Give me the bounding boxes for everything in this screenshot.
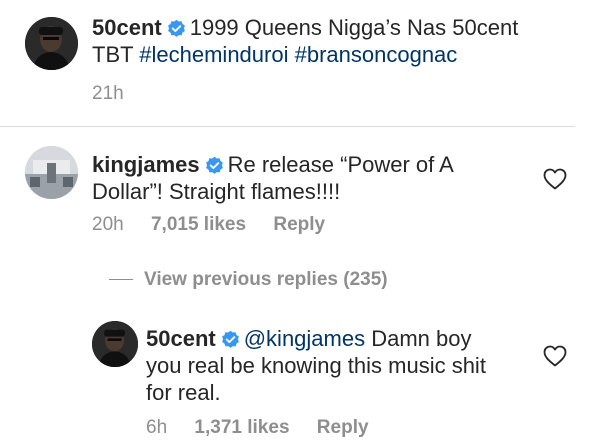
avatar-image xyxy=(25,146,78,199)
like-comment-button[interactable] xyxy=(543,168,567,190)
avatar-image xyxy=(92,321,138,367)
post-caption-text: 1999 Queens Nigga’s Nas 50cent xyxy=(189,15,519,40)
comment-author-username[interactable]: kingjames xyxy=(92,152,200,177)
reply-time[interactable]: 6h xyxy=(146,417,167,438)
verified-badge-icon xyxy=(205,156,224,175)
comment-body: kingjames Re release “Power of A Dollar”!… xyxy=(92,151,512,205)
hashtag-link[interactable]: #bransoncognac xyxy=(295,42,458,67)
comment-text-line: Dollar”! Straight flames!!!! xyxy=(92,179,341,204)
reply-text-line: you real be knowing this music shit xyxy=(146,353,486,378)
post-timestamp[interactable]: 21h xyxy=(92,83,124,105)
heart-outline-icon xyxy=(543,168,567,190)
comment-time[interactable]: 20h xyxy=(92,214,124,235)
heart-outline-icon xyxy=(543,345,567,367)
like-reply-button[interactable] xyxy=(543,345,567,367)
reply-author-avatar[interactable] xyxy=(92,321,138,367)
verified-badge-icon xyxy=(221,330,240,349)
reply-meta: 6h 1,371 likes Reply xyxy=(146,417,369,439)
comment-reply-button[interactable]: Reply xyxy=(273,214,325,235)
post-time-text: 21h xyxy=(92,83,124,104)
reply-reply-button[interactable]: Reply xyxy=(317,417,369,438)
comment-text-line: Re release “Power of A xyxy=(227,152,454,177)
view-previous-replies-button[interactable]: View previous replies (235) xyxy=(109,269,388,291)
post-author-username[interactable]: 50cent xyxy=(92,15,162,40)
reply-likes[interactable]: 1,371 likes xyxy=(194,417,289,438)
reply-author-username[interactable]: 50cent xyxy=(146,326,216,351)
post-author-avatar[interactable] xyxy=(25,17,78,70)
comment-meta: 20h 7,015 likes Reply xyxy=(92,214,325,236)
comment-likes[interactable]: 7,015 likes xyxy=(151,214,246,235)
section-divider xyxy=(0,126,575,127)
reply-body: 50cent @kingjames Damn boy you real be kn… xyxy=(146,325,536,406)
avatar-image xyxy=(25,17,78,70)
comment-author-avatar[interactable] xyxy=(25,146,78,199)
verified-badge-icon xyxy=(167,19,186,38)
mention-link[interactable]: @kingjames xyxy=(244,326,365,351)
post-caption: 50cent 1999 Queens Nigga’s Nas 50cent TBT… xyxy=(92,14,572,68)
reply-text-line: for real. xyxy=(146,380,221,405)
post-caption-tbt: TBT xyxy=(92,42,134,67)
view-previous-replies-label: View previous replies (235) xyxy=(144,269,388,290)
reply-text-line: Damn boy xyxy=(371,326,472,351)
replies-connector-line xyxy=(109,279,133,281)
hashtag-link[interactable]: #lecheminduroi xyxy=(139,42,288,67)
